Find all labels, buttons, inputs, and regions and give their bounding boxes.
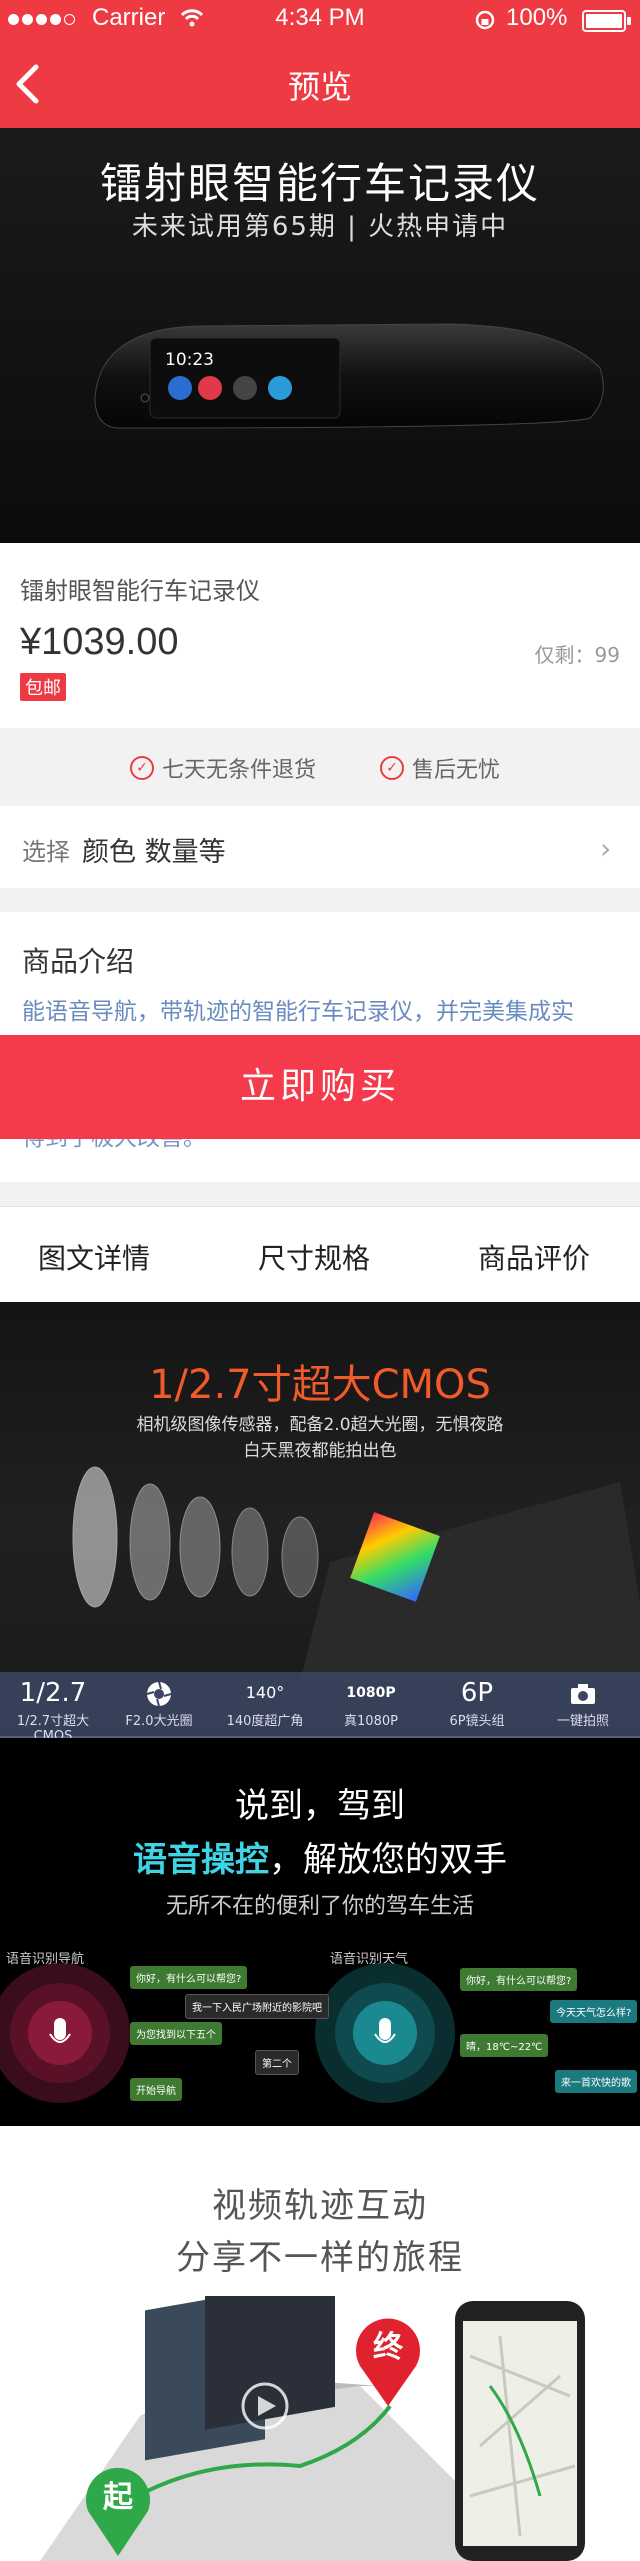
track-headline-1: 视频轨迹互动: [212, 2186, 428, 2226]
guarantee-aftersale: ✓ 售后无忧: [380, 752, 500, 784]
spec-cmos: 1/2.7 1/2.7寸超大CMOS: [16, 1678, 90, 1744]
voice-bubble: 晴，18℃~22℃: [460, 2034, 549, 2057]
voice-section: 说到，驾到 语音操控，解放您的双手 无所不在的便利了你的驾车生活 语音识别导航 …: [0, 1738, 640, 2126]
select-label: 选择: [22, 838, 70, 866]
track-illustration: [40, 2296, 585, 2561]
guarantee-return: ✓ 七天无条件退货: [130, 752, 316, 784]
voice-bubble: 今天天气怎么样?: [550, 2000, 638, 2023]
status-bar: Carrier 4:34 PM 100%: [0, 0, 640, 40]
spec-aperture: F2.0大光圈: [106, 1676, 212, 1729]
tab-specs[interactable]: 尺寸规格: [258, 1237, 370, 1277]
free-shipping-badge: 包邮: [20, 673, 66, 701]
track-headline-2: 分享不一样的旅程: [176, 2238, 464, 2278]
voice-bubble: 来一首欢快的歌: [555, 2070, 637, 2093]
voice-bubble: 开始导航: [130, 2078, 182, 2101]
voice-headline-2: 语音操控，解放您的双手: [133, 1840, 507, 1880]
spec-angle: 140° 140度超广角: [226, 1683, 304, 1729]
camera-icon: [571, 1683, 595, 1704]
voice-headline-1: 说到，驾到: [235, 1786, 405, 1826]
spec-6p: 6P 6P镜头组: [449, 1678, 505, 1729]
battery-percent: 100%: [506, 4, 568, 31]
end-pin-label: 终: [373, 2330, 403, 2365]
chevron-right-icon: ›: [600, 832, 612, 865]
guarantee-bar: ✓ 七天无条件退货 ✓ 售后无忧: [0, 730, 640, 804]
hero-subtitle: 未来试用第65期 | 火热申请中: [131, 212, 509, 242]
page-title: 预览: [287, 68, 352, 106]
lens-illustration: [72, 1466, 640, 1682]
check-circle-icon: ✓: [130, 756, 154, 780]
battery-icon: [582, 10, 631, 32]
intro-text: 能语音导航，带轨迹的智能行车记录仪，并完美集成实: [22, 999, 574, 1025]
buy-now-button[interactable]: 立即购买: [0, 1035, 640, 1139]
dashcam-device-image: 10:23: [94, 323, 604, 429]
spec-select-row[interactable]: 选择 颜色 数量等 ›: [0, 806, 640, 888]
aperture-icon: [146, 1681, 172, 1706]
rotation-lock-icon: [475, 10, 495, 30]
product-price: ¥1039.00: [20, 621, 179, 663]
cmos-section: 1/2.7寸超大CMOS 相机级图像传感器，配备2.0超大光圈，无惧夜路 白天黑…: [0, 1302, 640, 1736]
device-time: 10:23: [165, 350, 214, 370]
voice-bubble: 你好，有什么可以帮您?: [130, 1966, 248, 1989]
tab-reviews[interactable]: 商品评价: [478, 1237, 590, 1277]
product-name: 镭射眼智能行车记录仪: [20, 577, 260, 605]
spec-icon-bar: 1/2.7 1/2.7寸超大CMOS F2.0大光圈 140° 140度超广角 …: [0, 1672, 640, 1744]
cmos-title: 1/2.7寸超大CMOS: [149, 1362, 491, 1408]
voice-bubble: 你好，有什么可以帮您?: [460, 1968, 578, 1991]
check-circle-icon: ✓: [380, 756, 404, 780]
tab-detail[interactable]: 图文详情: [38, 1237, 150, 1277]
detail-tabs: 图文详情 尺寸规格 商品评价: [0, 1206, 640, 1302]
voice-bubble: 第二个: [255, 2050, 299, 2075]
voice-bubble: 为您找到以下五个: [130, 2022, 222, 2045]
nav-bar: 预览: [0, 40, 640, 128]
select-value: 颜色 数量等: [82, 837, 226, 868]
stock-count: 仅剩：99: [534, 643, 620, 667]
track-section: 视频轨迹互动 分享不一样的旅程 终 起: [0, 2126, 640, 2561]
voice-bubble: 我一下入民广场附近的影院吧: [185, 1994, 329, 2019]
spec-photo: 一键拍照: [530, 1676, 636, 1729]
spec-1080p: 1080P 真1080P: [344, 1685, 398, 1729]
hero-title: 镭射眼智能行车记录仪: [99, 159, 540, 208]
voice-subline: 无所不在的便利了你的驾车生活: [165, 1894, 474, 1919]
start-pin-label: 起: [103, 2480, 133, 2515]
product-info: 镭射眼智能行车记录仪 ¥1039.00 仅剩：99 包邮: [0, 543, 640, 728]
hero-banner[interactable]: 镭射眼智能行车记录仪 未来试用第65期 | 火热申请中 10:23: [0, 128, 640, 543]
intro-title: 商品介绍: [22, 945, 135, 978]
